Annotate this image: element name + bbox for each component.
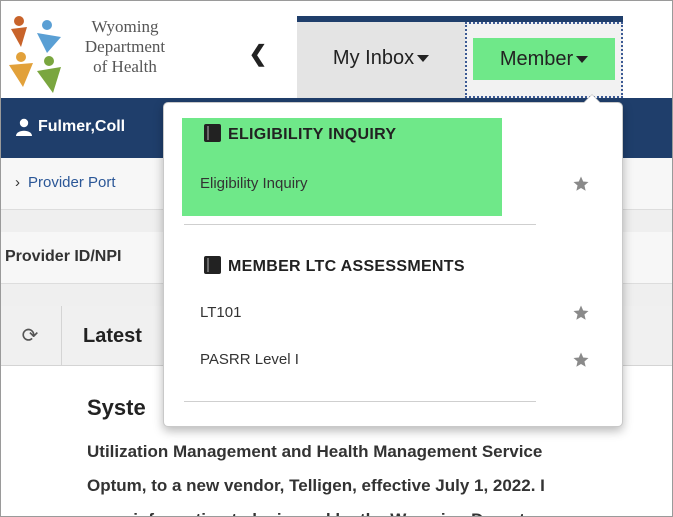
nav-my-inbox-label: My Inbox	[332, 47, 415, 69]
app-window: Wyoming Department of Health ❮ My Inbox …	[0, 0, 673, 517]
user-icon	[16, 118, 32, 136]
breadcrumb-provider-portal[interactable]: Provider Port	[28, 171, 116, 195]
menu-item-pasrr-level-1[interactable]: PASRR Level I	[200, 343, 600, 377]
star-icon[interactable]	[572, 351, 590, 369]
nav-member-label: Member	[499, 48, 574, 70]
section-eligibility-inquiry: ELIGIBILITY INQUIRY	[204, 124, 396, 146]
book-icon	[204, 124, 221, 142]
menu-item-label: Eligibility Inquiry	[200, 175, 308, 192]
logo-line: of Health	[93, 57, 157, 76]
nav-my-inbox[interactable]: My Inbox	[297, 22, 465, 98]
provider-id-label: Provider ID/NPI	[5, 248, 122, 265]
system-message-title: Syste	[87, 395, 146, 420]
message-line: Optum, to a new vendor, Telligen, effect…	[87, 476, 545, 495]
wdh-logo[interactable]: Wyoming Department of Health	[7, 13, 177, 97]
panel-divider	[61, 306, 62, 366]
chevron-left-icon[interactable]: ❮	[246, 41, 270, 67]
nav-member[interactable]: Member	[465, 22, 623, 98]
logo-text: Wyoming Department of Health	[69, 17, 181, 77]
star-icon[interactable]	[572, 175, 590, 193]
menu-item-lt101[interactable]: LT101	[200, 296, 600, 330]
star-icon[interactable]	[572, 304, 590, 322]
caret-down-icon	[417, 55, 430, 63]
book-icon	[204, 256, 221, 274]
dropdown-pointer	[583, 94, 601, 103]
message-line: more information to be issued by the Wyo…	[87, 507, 540, 516]
menu-divider	[184, 224, 536, 225]
nav-member-highlight[interactable]: Member	[473, 38, 615, 80]
menu-item-label: PASRR Level I	[200, 351, 299, 368]
user-name[interactable]: Fulmer,Coll	[38, 114, 125, 140]
member-dropdown-menu: ELIGIBILITY INQUIRY Eligibility Inquiry …	[163, 94, 623, 427]
caret-down-icon	[576, 56, 589, 64]
section-member-ltc-assessments: MEMBER LTC ASSESSMENTS	[204, 256, 465, 278]
menu-item-label: LT101	[200, 304, 242, 321]
menu-divider	[184, 401, 536, 402]
logo-figures-icon	[9, 16, 61, 93]
menu-item-eligibility-inquiry[interactable]: Eligibility Inquiry	[200, 167, 600, 201]
header: Wyoming Department of Health ❮ My Inbox …	[1, 1, 672, 98]
chevron-right-icon: ›	[15, 174, 20, 191]
section-title: ELIGIBILITY INQUIRY	[228, 126, 397, 143]
refresh-icon[interactable]: ⟳	[17, 324, 43, 348]
message-line: Utilization Management and Health Manage…	[87, 442, 543, 461]
panel-title: Latest	[83, 325, 142, 347]
logo-line: Department	[84, 37, 166, 56]
section-title: MEMBER LTC ASSESSMENTS	[228, 258, 465, 275]
logo-line: Wyoming	[91, 17, 159, 36]
